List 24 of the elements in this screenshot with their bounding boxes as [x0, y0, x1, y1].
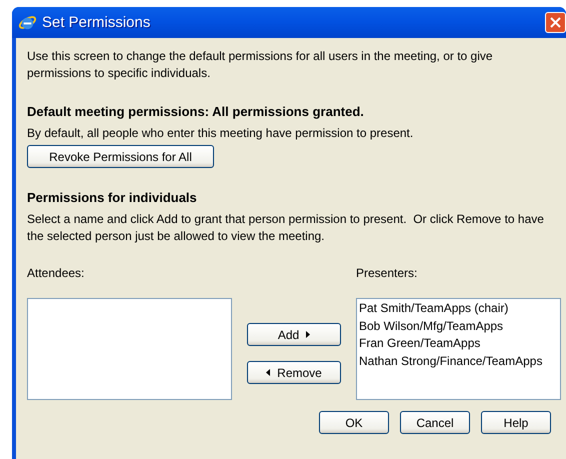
- caret-icon: [266, 369, 270, 376]
- section-description: Select a name and click Add to grant that person permission to present. Or click Remove to have the selected person just be allowed to view the meeting.: [27, 211, 545, 245]
- list-label: Presenters:: [356, 265, 418, 282]
- presenter-item[interactable]: Pat Smith/TeamApps (chair): [359, 300, 558, 318]
- revoke-button[interactable]: Revoke Permissions for All: [27, 145, 214, 168]
- caret-icon: [306, 331, 310, 338]
- add-button[interactable]: Add: [247, 323, 341, 346]
- remove-button[interactable]: Remove: [247, 361, 341, 384]
- intro-text: Use this screen to change the default permissions for all users in the meeting, or to give permissions to specific individuals.: [27, 48, 494, 82]
- presenter-item[interactable]: Fran Green/TeamApps: [359, 335, 558, 352]
- close-icon: [550, 17, 561, 28]
- dialog-button[interactable]: OK: [319, 411, 389, 434]
- close-button[interactable]: [545, 12, 566, 33]
- section-description: By default, all people who enter this meeting have permission to present.: [27, 125, 414, 142]
- section-heading: Permissions for individuals: [27, 189, 198, 206]
- browser-icon: [18, 13, 37, 32]
- dialog-button[interactable]: Help: [481, 411, 551, 434]
- dialog-button[interactable]: Cancel: [400, 411, 470, 434]
- presenter-item[interactable]: Bob Wilson/Mfg/TeamApps: [359, 318, 558, 335]
- section-heading: Default meeting permissions: All permissions granted.: [27, 103, 365, 120]
- list-label: Attendees:: [27, 265, 86, 282]
- attendees-list[interactable]: [27, 298, 232, 400]
- presenter-item[interactable]: Nathan Strong/Finance/TeamApps: [359, 352, 558, 370]
- window-title: Set Permissions: [42, 14, 152, 31]
